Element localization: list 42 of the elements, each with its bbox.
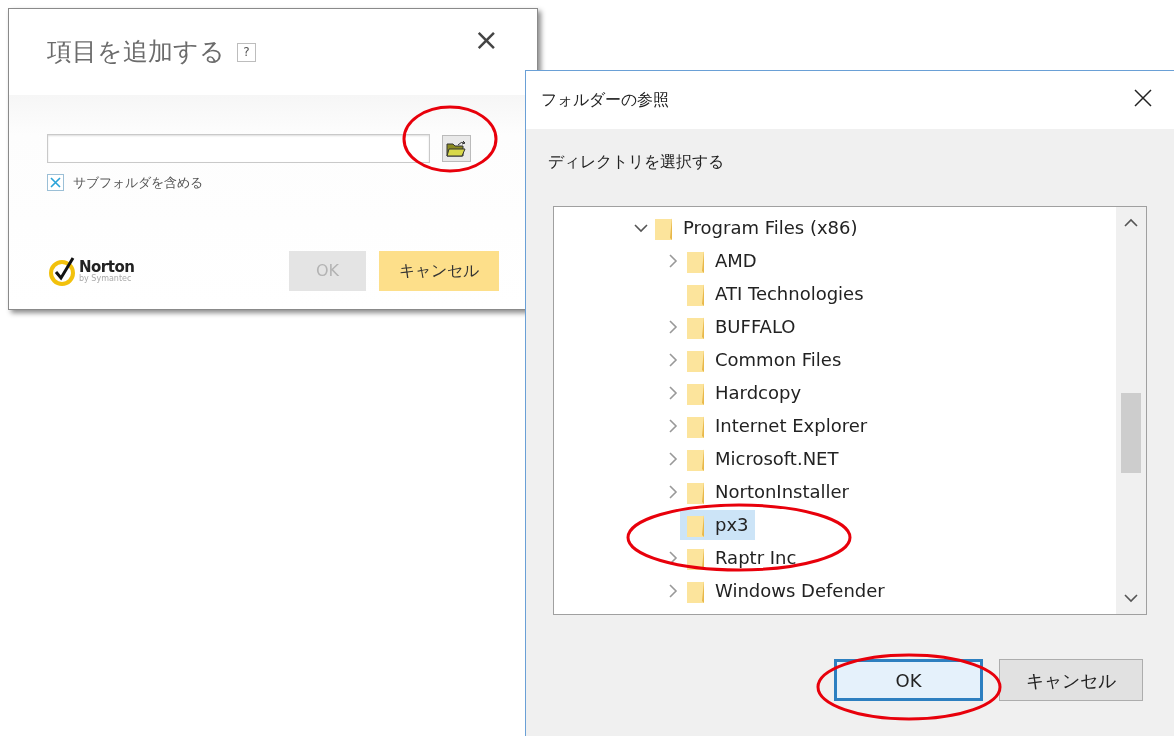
expand-chevron-icon[interactable] [666, 385, 680, 400]
path-field[interactable] [47, 134, 430, 163]
expand-chevron-icon[interactable] [666, 352, 680, 367]
browse-button[interactable] [442, 135, 471, 162]
cancel-button[interactable]: キャンセル [999, 659, 1143, 701]
tree-item[interactable]: Raptr Inc [680, 542, 803, 573]
expand-chevron-icon[interactable] [666, 418, 680, 433]
tree-item[interactable]: NortonInstaller [680, 476, 855, 507]
close-button[interactable]: × [473, 25, 499, 55]
checkmark-logo-icon [47, 255, 77, 287]
expand-chevron-icon[interactable] [666, 451, 680, 466]
expand-chevron-icon[interactable] [666, 550, 680, 565]
instruction-text: ディレクトリを選択する [548, 151, 725, 173]
tree-item[interactable]: Windows Defender [680, 575, 891, 606]
expand-chevron-icon[interactable] [666, 484, 680, 499]
cancel-button[interactable]: キャンセル [379, 251, 499, 291]
logo-name: Norton [79, 259, 135, 275]
dialog-title: 項目を追加する [47, 36, 225, 69]
expand-chevron-icon[interactable] [666, 583, 680, 598]
tree-item[interactable]: AMD [680, 245, 763, 276]
tree-item[interactable]: ATI Technologies [680, 278, 870, 309]
tree-item[interactable]: Program Files (x86) [648, 212, 864, 243]
ok-button[interactable]: OK [834, 659, 983, 701]
close-icon [1134, 88, 1152, 107]
tree-item[interactable]: Common Files [680, 344, 848, 375]
help-button[interactable]: ? [237, 42, 256, 62]
tree-item[interactable]: Internet Explorer [680, 410, 874, 441]
tree-item[interactable]: Hardcopy [680, 377, 808, 408]
open-folder-icon [446, 140, 467, 157]
expand-chevron-icon[interactable] [666, 319, 680, 334]
scroll-thumb[interactable] [1121, 393, 1141, 473]
tree-item[interactable]: Microsoft.NET [680, 443, 845, 474]
checkbox-label: サブフォルダを含める [73, 174, 203, 192]
scroll-up-icon[interactable] [1123, 217, 1139, 229]
dialog-title: フォルダーの参照 [541, 89, 669, 111]
logo-tagline: by Symantec [79, 274, 133, 283]
expand-chevron-icon[interactable] [666, 253, 680, 268]
scroll-down-icon[interactable] [1123, 592, 1139, 604]
tree-item[interactable]: BUFFALO [680, 311, 802, 342]
checkbox[interactable] [47, 174, 64, 192]
tree-item[interactable]: px3 [680, 509, 755, 540]
scrollbar[interactable] [1116, 207, 1146, 614]
